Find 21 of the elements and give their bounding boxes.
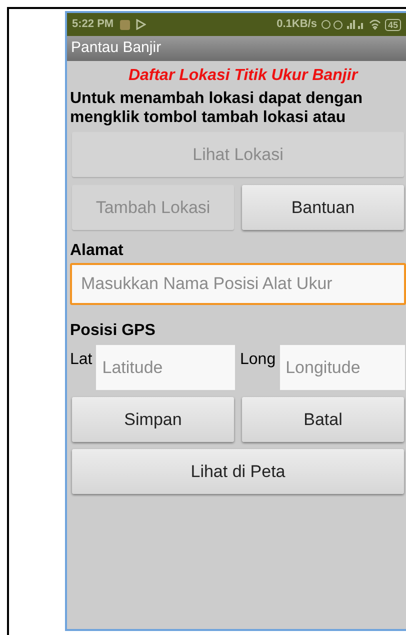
wifi-icon	[368, 19, 381, 30]
description: Untuk menambah lokasi dapat dengan mengklik tombol tambah lokasi atau	[70, 89, 364, 127]
button[interactable]: Bantuan	[242, 185, 404, 230]
gps-label: Posisi GPS	[70, 321, 156, 341]
notification-icon	[120, 20, 130, 30]
address-field[interactable]: Masukkan Nama Posisi Alat Ukur	[70, 263, 406, 305]
address-label: Alamat	[70, 241, 124, 261]
coordinate-field[interactable]: Longitude	[280, 345, 405, 390]
battery-level: 45	[384, 18, 401, 30]
coordinate-field[interactable]: Latitude	[96, 345, 235, 390]
network-speed: 0.1KB/s	[276, 17, 317, 32]
button[interactable]: Simpan	[72, 397, 234, 442]
coordinate-label: Lat	[70, 350, 92, 370]
signal-icon	[320, 19, 365, 30]
app-title: Pantau Banjir	[71, 38, 162, 58]
button[interactable]: Batal	[242, 397, 404, 442]
coordinate-label: Long	[240, 350, 276, 370]
status-time: 5:22 PM	[72, 17, 114, 32]
play-icon	[136, 19, 146, 30]
heading: Daftar Lokasi Titik Ukur Banjir	[127, 66, 360, 86]
button[interactable]: Lihat di Peta	[72, 449, 404, 494]
